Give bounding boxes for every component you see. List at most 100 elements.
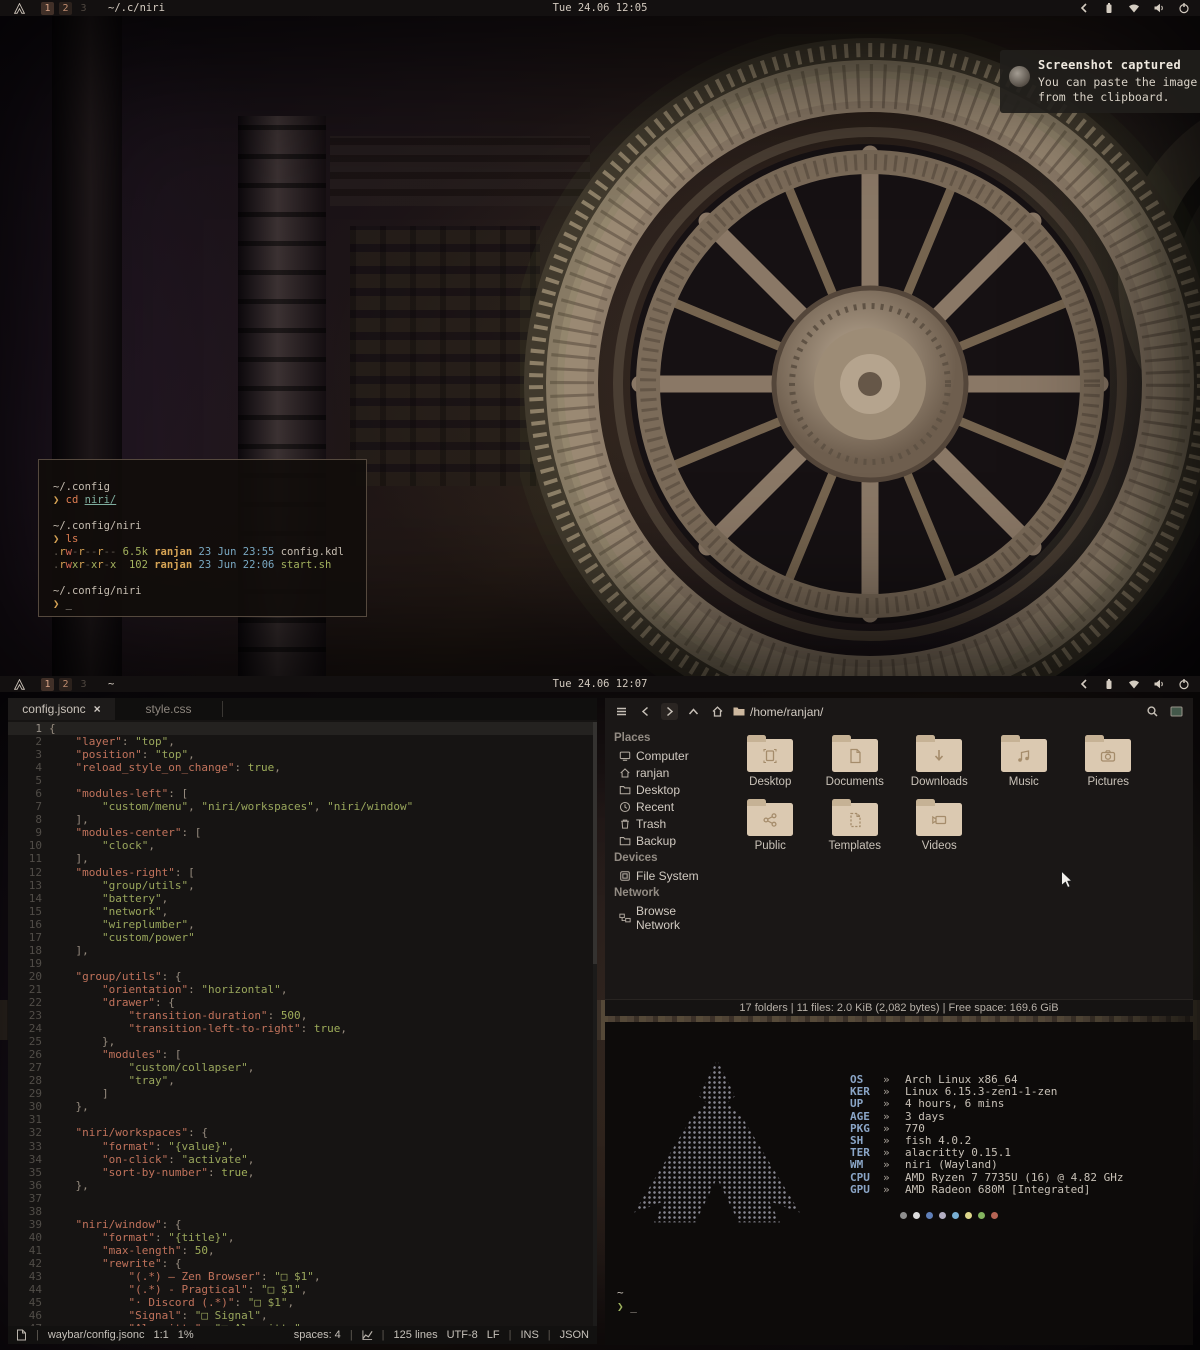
code-line[interactable]: 30 }, [8, 1100, 593, 1113]
code-line[interactable]: 29 ] [8, 1087, 593, 1100]
tab-config-jsonc[interactable]: config.jsonc × [8, 698, 115, 720]
menu-button[interactable] [613, 703, 630, 720]
folder-item[interactable]: Desktop [728, 733, 812, 797]
battery-icon[interactable] [1103, 2, 1115, 14]
back-button[interactable] [637, 703, 654, 720]
up-button[interactable] [685, 703, 702, 720]
code-line[interactable]: 4 "reload_style_on_change": true, [8, 761, 593, 774]
sidebar-item[interactable]: Trash [605, 815, 718, 832]
folder-item[interactable]: Pictures [1066, 733, 1150, 797]
editor-scrollbar[interactable] [593, 722, 597, 1326]
fetch-terminal-window[interactable]: OS » Arch Linux x86_64 KER » Linux 6.15.… [605, 1022, 1193, 1345]
code-line[interactable]: 8 ], [8, 813, 593, 826]
status-eol[interactable]: LF [487, 1329, 500, 1341]
notification[interactable]: Screenshot captured You can paste the im… [1000, 50, 1200, 113]
wifi-icon[interactable] [1128, 2, 1140, 14]
folder-item[interactable]: Templates [813, 797, 897, 861]
clock[interactable]: Tue 24.06 12:07 [0, 678, 1200, 690]
search-icon[interactable] [1144, 703, 1161, 720]
code-line[interactable]: 5 [8, 774, 593, 787]
folder-item[interactable]: Documents [813, 733, 897, 797]
code-line[interactable]: 1 { [8, 722, 593, 735]
code-line[interactable]: 39 "niri/window": { [8, 1218, 593, 1231]
code-line[interactable]: 34 "on-click": "activate", [8, 1153, 593, 1166]
code-line[interactable]: 28 "tray", [8, 1074, 593, 1087]
clock[interactable]: Tue 24.06 12:05 [0, 2, 1200, 14]
status-language[interactable]: JSON [560, 1329, 589, 1341]
code-line[interactable]: 3 "position": "top", [8, 748, 593, 761]
code-line[interactable]: 43 "(.*) — Zen Browser": "□ $1", [8, 1270, 593, 1283]
code-line[interactable]: 2 "layer": "top", [8, 735, 593, 748]
forward-button[interactable] [661, 703, 678, 720]
sidebar-item[interactable]: Desktop [605, 781, 718, 798]
code-line[interactable]: 23 "transition-duration": 500, [8, 1009, 593, 1022]
code-line[interactable]: 21 "orientation": "horizontal", [8, 983, 593, 996]
status-mode[interactable]: INS [520, 1329, 538, 1341]
code-line[interactable]: 26 "modules": [ [8, 1048, 593, 1061]
code-line[interactable]: 20 "group/utils": { [8, 970, 593, 983]
code-line[interactable]: 41 "max-length": 50, [8, 1244, 593, 1257]
status-spaces[interactable]: spaces: 4 [294, 1329, 341, 1341]
path-bar[interactable]: /home/ranjan/ [733, 705, 1137, 719]
code-line[interactable]: 33 "format": "{value}", [8, 1140, 593, 1153]
sidebar-item[interactable]: Recent [605, 798, 718, 815]
status-filename[interactable]: waybar/config.jsonc [48, 1329, 145, 1341]
code-line[interactable]: 10 "clock", [8, 839, 593, 852]
sidebar-item[interactable]: Computer [605, 747, 718, 764]
tab-style-css[interactable]: style.css [115, 698, 222, 720]
code-line[interactable]: 25 }, [8, 1035, 593, 1048]
code-line[interactable]: 31 [8, 1113, 593, 1126]
code-line[interactable]: 38 [8, 1205, 593, 1218]
shell-prompt[interactable]: ~ ❯ _ [617, 1286, 637, 1314]
battery-icon[interactable] [1103, 678, 1115, 690]
power-icon[interactable] [1178, 678, 1190, 690]
terminal-panel-icon[interactable] [1168, 703, 1185, 720]
volume-icon[interactable] [1153, 678, 1165, 690]
code-line[interactable]: 36 }, [8, 1179, 593, 1192]
chevron-left-icon[interactable] [1078, 678, 1090, 690]
code-line[interactable]: 12 "modules-right": [ [8, 866, 593, 879]
code-area[interactable]: 1 { 2 "layer": "top", 3 "position": "top… [8, 722, 593, 1326]
sidebar-item[interactable]: File System [605, 867, 718, 884]
code-line[interactable]: 19 [8, 957, 593, 970]
volume-icon[interactable] [1153, 2, 1165, 14]
code-line[interactable]: 11 ], [8, 852, 593, 865]
terminal-overlay[interactable]: ~/.config❯ cd niri/~/.config/niri❯ ls.rw… [38, 459, 367, 617]
line-number: 31 [8, 1113, 49, 1126]
code-line[interactable]: 24 "transition-left-to-right": true, [8, 1022, 593, 1035]
sidebar-item[interactable]: Browse Network [605, 902, 718, 933]
code-line[interactable]: 14 "battery", [8, 892, 593, 905]
power-icon[interactable] [1178, 2, 1190, 14]
scrollbar-thumb[interactable] [593, 722, 597, 964]
code-line[interactable]: 32 "niri/workspaces": { [8, 1126, 593, 1139]
home-button[interactable] [709, 703, 726, 720]
tab-close-icon[interactable]: × [94, 702, 101, 716]
code-line[interactable]: 44 "(.*) - Pragtical": "□ $1", [8, 1283, 593, 1296]
code-line[interactable]: 40 "format": "{title}", [8, 1231, 593, 1244]
code-line[interactable]: 16 "wireplumber", [8, 918, 593, 931]
code-line[interactable]: 45 "· Discord (.*)": "□ $1", [8, 1296, 593, 1309]
code-line[interactable]: 37 [8, 1192, 593, 1205]
code-line[interactable]: 27 "custom/collapser", [8, 1061, 593, 1074]
code-line[interactable]: 46 "Signal": "□ Signal", [8, 1309, 593, 1322]
sidebar-item[interactable]: Backup [605, 832, 718, 849]
code-line[interactable]: 17 "custom/power" [8, 931, 593, 944]
code-line[interactable]: 42 "rewrite": { [8, 1257, 593, 1270]
status-encoding[interactable]: UTF-8 [447, 1329, 478, 1341]
code-line[interactable]: 7 "custom/menu", "niri/workspaces", "nir… [8, 800, 593, 813]
chevron-left-icon[interactable] [1078, 2, 1090, 14]
folder-item[interactable]: Public [728, 797, 812, 861]
code-line[interactable]: 35 "sort-by-number": true, [8, 1166, 593, 1179]
code-line[interactable]: 15 "network", [8, 905, 593, 918]
sidebar-item[interactable]: ranjan [605, 764, 718, 781]
code-line[interactable]: 22 "drawer": { [8, 996, 593, 1009]
folder-item[interactable]: Downloads [897, 733, 981, 797]
code-line[interactable]: 13 "group/utils", [8, 879, 593, 892]
code-line[interactable]: 9 "modules-center": [ [8, 826, 593, 839]
folder-item[interactable]: Videos [897, 797, 981, 861]
folder-item[interactable]: Music [982, 733, 1066, 797]
code-line[interactable]: 6 "modules-left": [ [8, 787, 593, 800]
code-line[interactable]: 18 ], [8, 944, 593, 957]
fm-content[interactable]: Desktop Documents Downloads [718, 725, 1193, 1000]
wifi-icon[interactable] [1128, 678, 1140, 690]
